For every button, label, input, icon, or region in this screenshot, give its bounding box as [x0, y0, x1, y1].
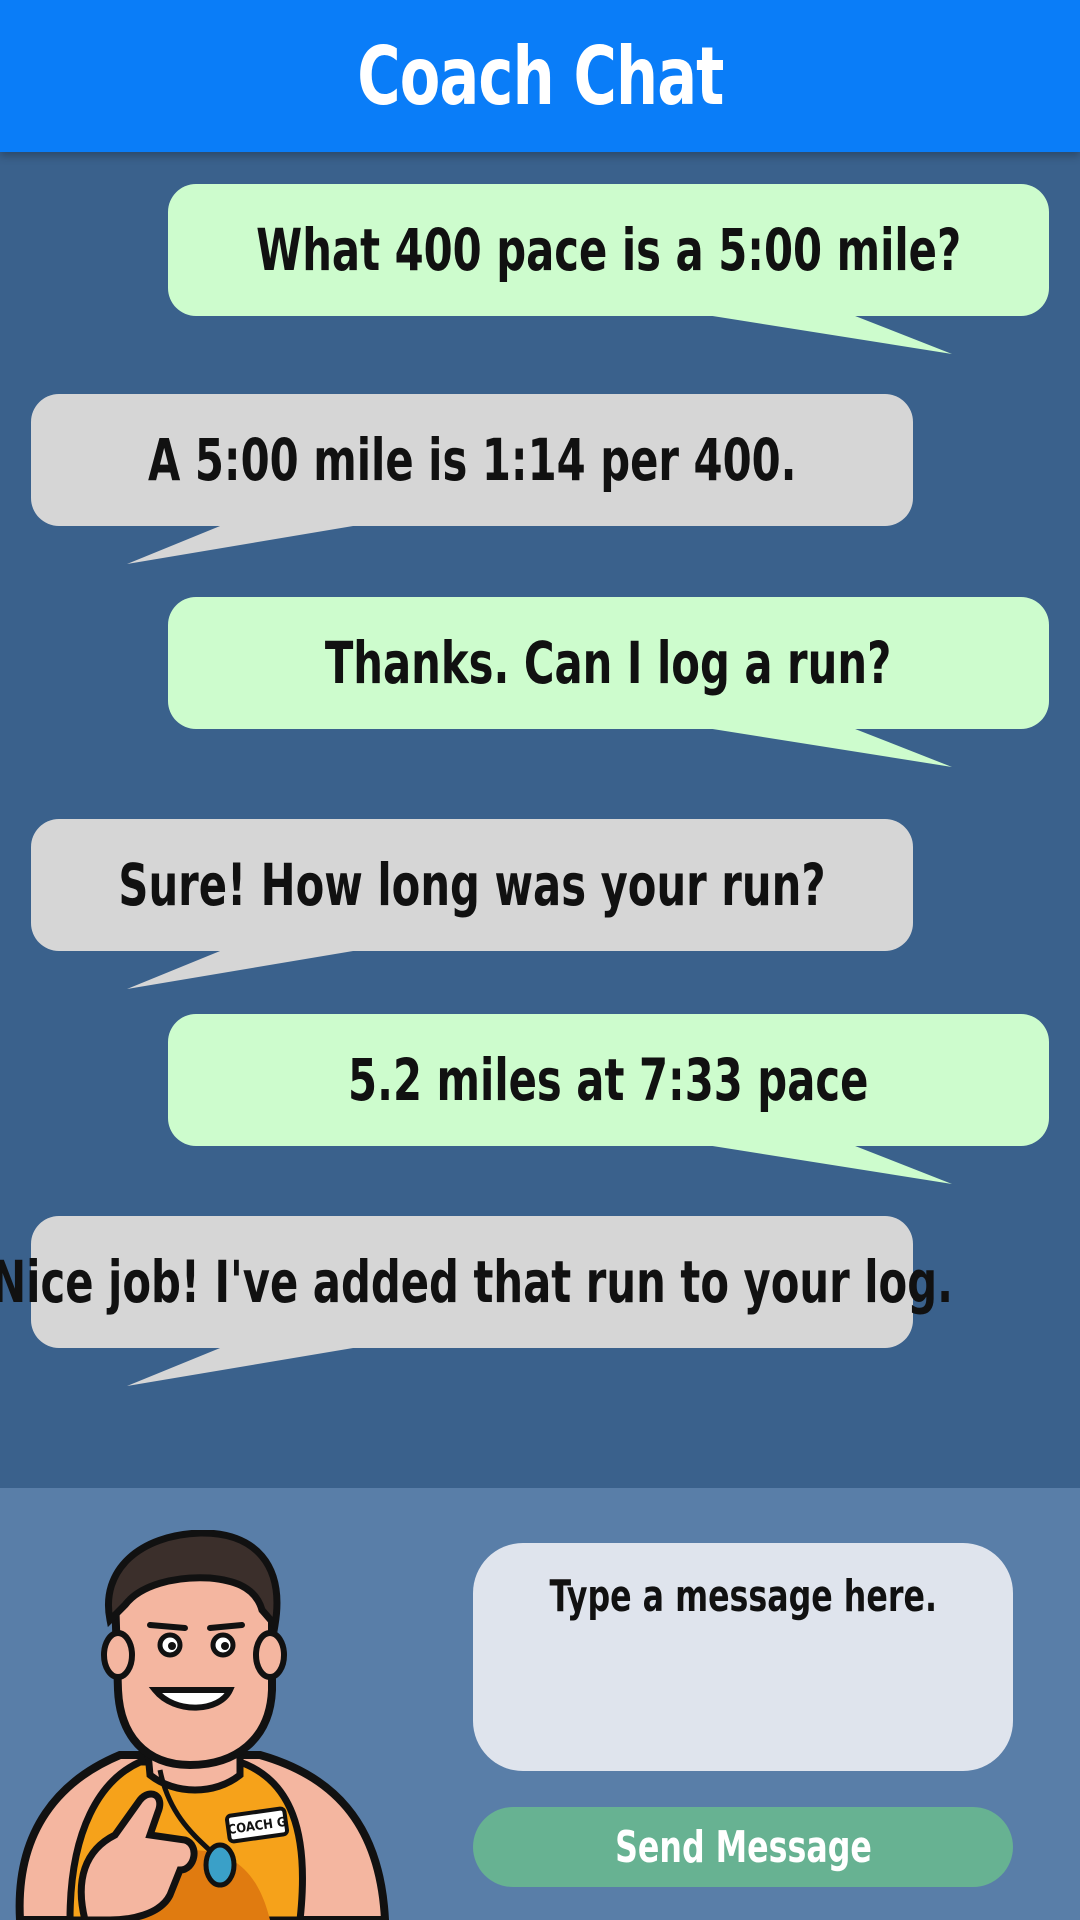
user-message-bubble: 5.2 miles at 7:33 pace: [168, 1014, 1049, 1146]
user-bubble-tail: [700, 727, 952, 767]
message-input[interactable]: Type a message here.: [473, 1543, 1013, 1771]
coach-message-bubble: A 5:00 mile is 1:14 per 400.: [31, 394, 913, 526]
send-message-label: Send Message: [614, 1821, 872, 1873]
message-text: What 400 pace is a 5:00 mile?: [255, 216, 962, 284]
coach-bubble-tail: [127, 949, 365, 989]
message-text: Sure! How long was your run?: [118, 851, 826, 919]
app-header: Coach Chat: [0, 0, 1080, 152]
message-text: A 5:00 mile is 1:14 per 400.: [147, 426, 797, 494]
message-input-placeholder: Type a message here.: [549, 1571, 937, 1622]
user-bubble-tail: [700, 314, 952, 354]
send-message-button[interactable]: Send Message: [473, 1807, 1013, 1887]
message-text: Nice job! I've added that run to your lo…: [0, 1248, 953, 1316]
coach-message-bubble: Nice job! I've added that run to your lo…: [0, 1216, 953, 1348]
coach-message-bubble: Sure! How long was your run?: [31, 819, 913, 951]
message-text: 5.2 miles at 7:33 pace: [348, 1046, 869, 1114]
coach-mascot-icon: COACH G: [15, 1530, 390, 1920]
coach-bubble-tail: [127, 524, 365, 564]
page-title: Coach Chat: [356, 29, 724, 123]
user-message-bubble: What 400 pace is a 5:00 mile?: [168, 184, 1049, 316]
user-message-bubble: Thanks. Can I log a run?: [168, 597, 1049, 729]
coach-bubble-tail: [127, 1346, 365, 1386]
message-text: Thanks. Can I log a run?: [325, 629, 892, 697]
user-bubble-tail: [700, 1144, 952, 1184]
